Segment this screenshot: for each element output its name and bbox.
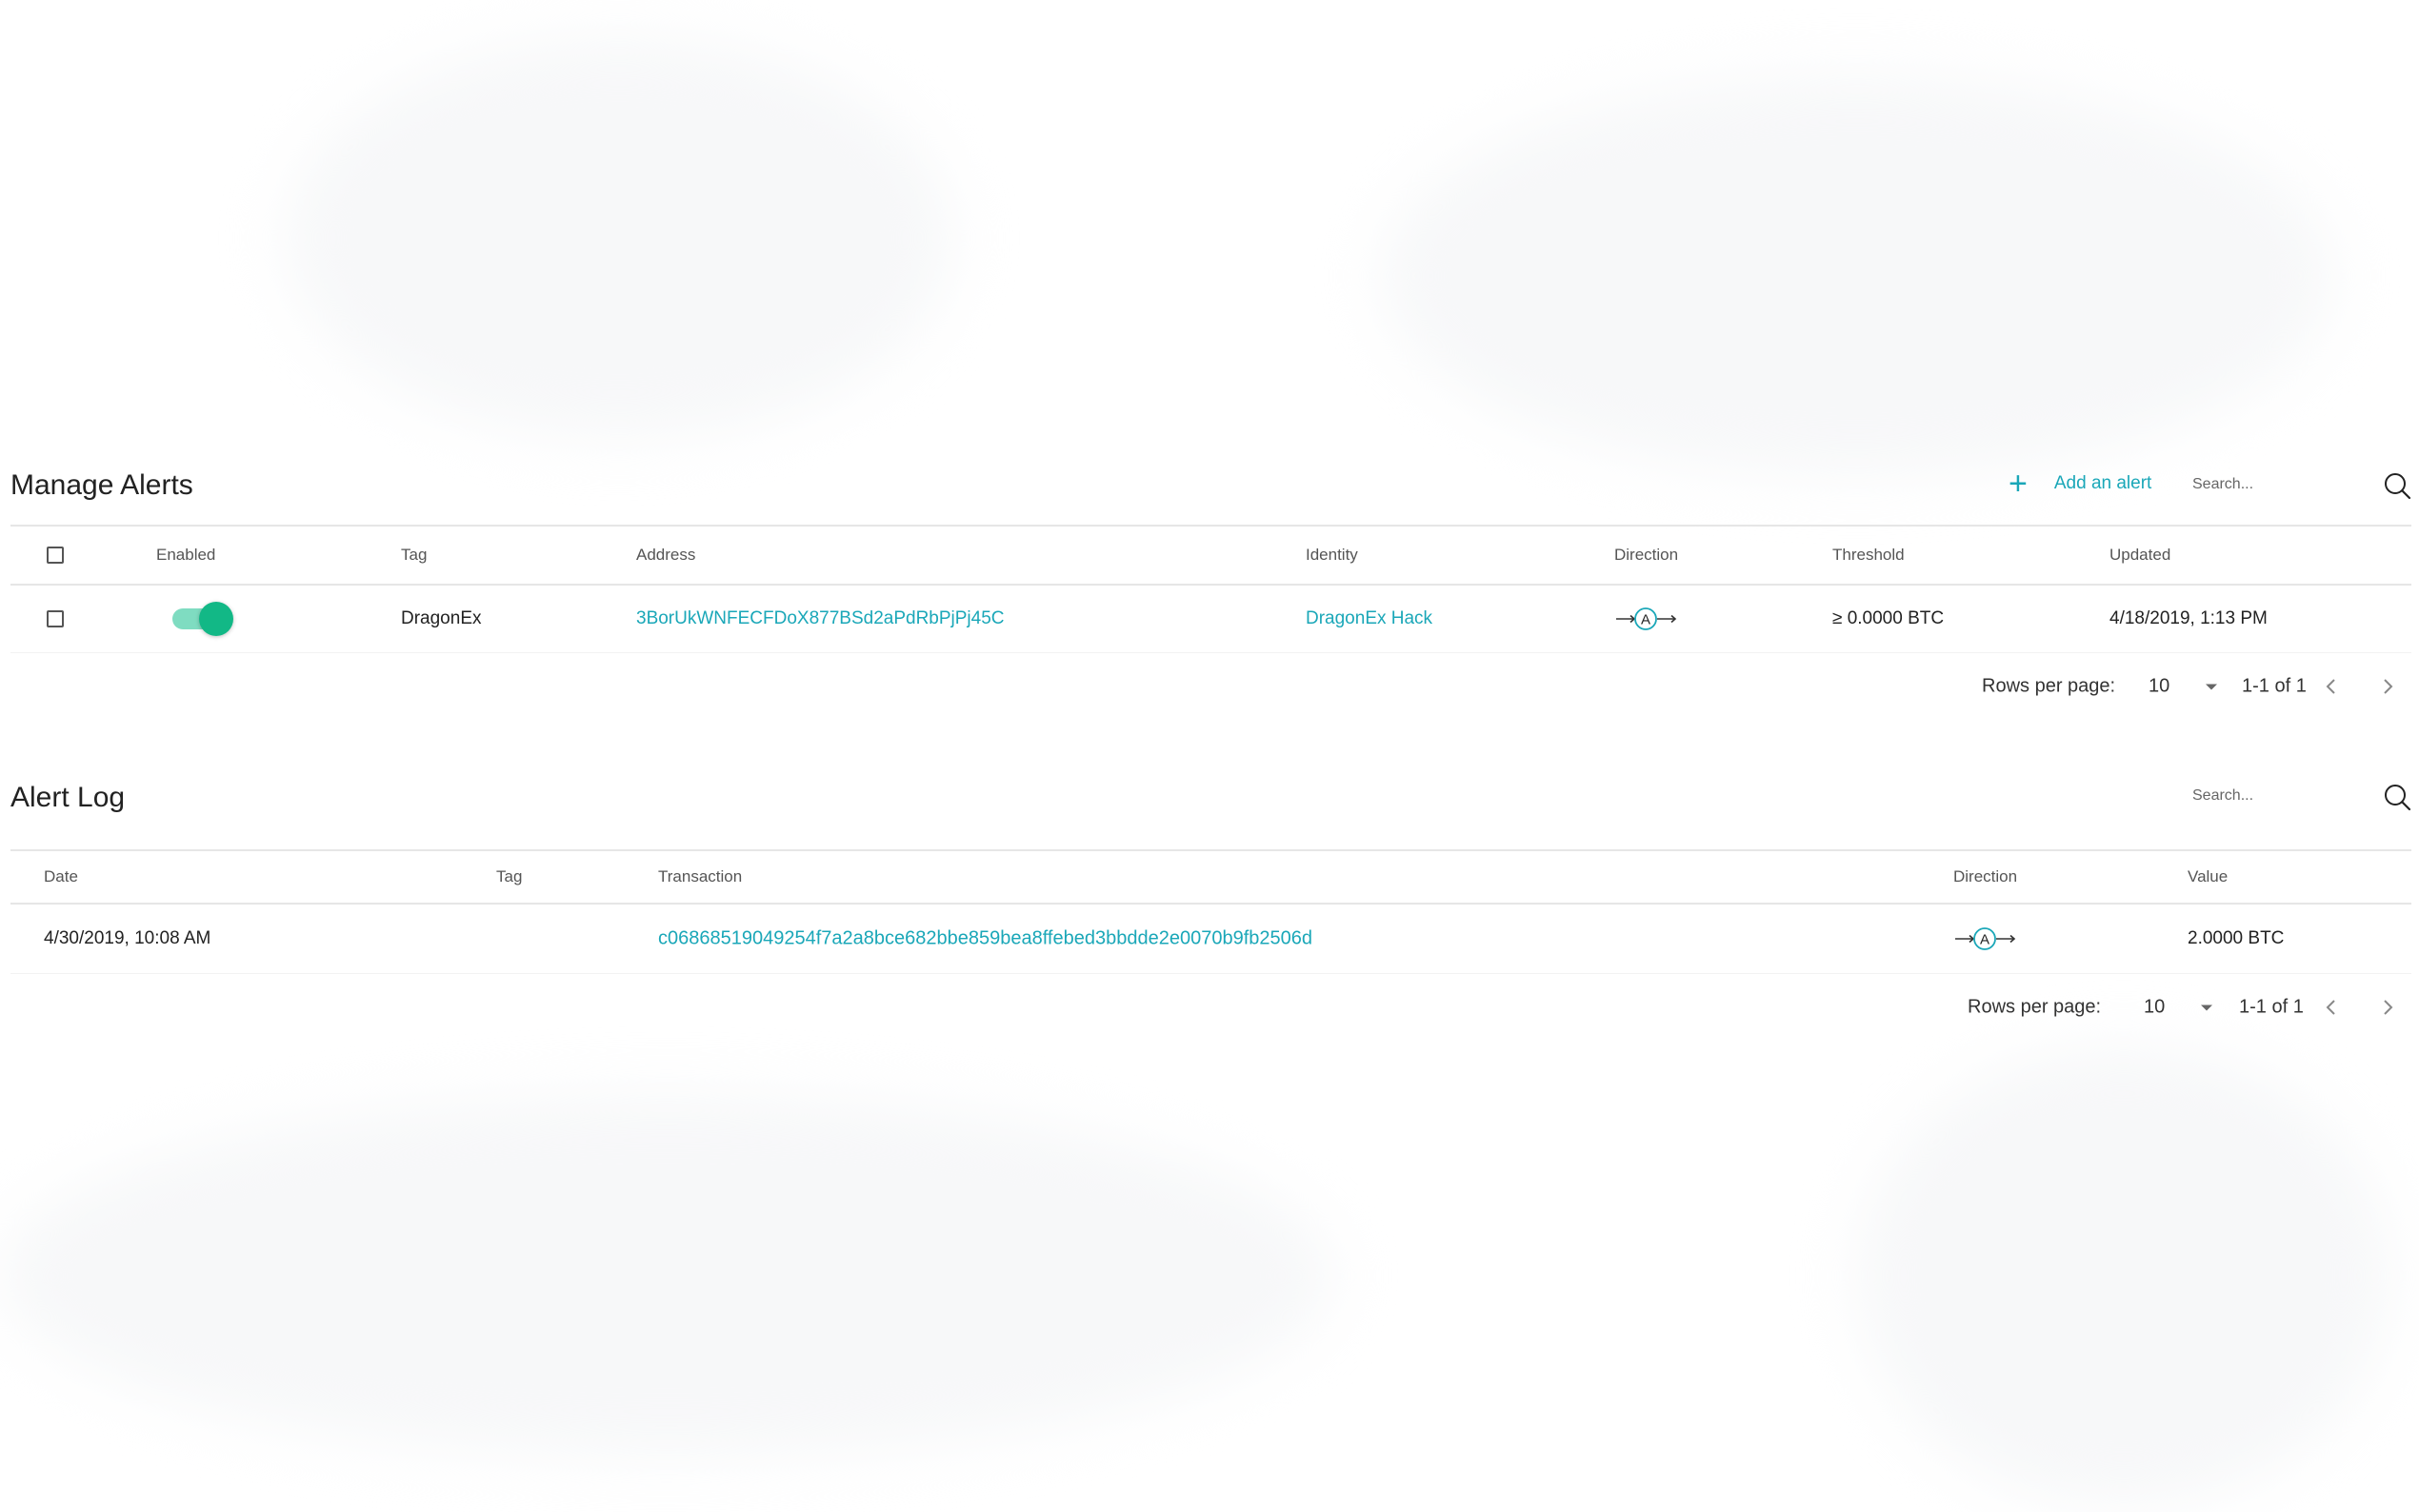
chevron-left-icon[interactable] <box>2321 997 2342 1018</box>
alert-updated: 4/18/2019, 1:13 PM <box>2109 608 2268 628</box>
alert-tag: DragonEx <box>401 608 482 628</box>
rows-per-page-label: Rows per page: <box>1968 996 2102 1018</box>
column-header-direction[interactable]: Direction <box>1614 546 1678 565</box>
alert-log-search-input[interactable] <box>2192 779 2364 813</box>
alert-log-table-header: Date Tag Transaction Direction Value <box>10 849 2411 905</box>
direction-icon: A <box>1616 607 1677 630</box>
add-alert-label: Add an alert <box>2053 473 2152 493</box>
column-header-address[interactable]: Address <box>636 546 695 565</box>
svg-text:A: A <box>1641 612 1650 628</box>
table-row[interactable]: DragonEx 3BorUkWNFECFDoX877BSd2aPdRbPjPj… <box>10 586 2411 653</box>
manage-alerts-pagination: Rows per page: 10 1-1 of 1 <box>10 653 2411 720</box>
table-row[interactable]: 4/30/2019, 10:08 AM c06868519049254f7a2a… <box>10 905 2411 974</box>
column-header-enabled[interactable]: Enabled <box>156 546 215 565</box>
rows-per-page-value: 10 <box>2149 675 2170 697</box>
manage-alerts-title: Manage Alerts <box>10 469 193 501</box>
address-link[interactable]: 3BorUkWNFECFDoX877BSd2aPdRbPjPj45C <box>636 608 1005 629</box>
direction-icon: A <box>1955 927 2016 950</box>
search-icon[interactable] <box>2383 783 2411 811</box>
rows-per-page-select[interactable]: 10 <box>2144 996 2213 1019</box>
alert-threshold: ≥ 0.0000 BTC <box>1832 608 1945 628</box>
manage-alerts-section: Manage Alerts + Add an alert Enabled Tag… <box>10 448 2411 720</box>
row-checkbox[interactable] <box>47 610 64 627</box>
column-header-threshold[interactable]: Threshold <box>1832 546 1905 565</box>
chevron-down-icon <box>2201 1005 2213 1010</box>
enabled-toggle[interactable] <box>170 602 233 636</box>
background-shape <box>1857 1047 2390 1504</box>
plus-icon: + <box>2009 466 2028 502</box>
pagination-range: 1-1 of 1 <box>2239 996 2304 1018</box>
rows-per-page-label: Rows per page: <box>1982 675 2116 697</box>
background-shape <box>0 1095 1333 1457</box>
add-alert-button[interactable]: + Add an alert <box>2009 468 2151 500</box>
column-header-direction[interactable]: Direction <box>1953 867 2017 886</box>
alert-log-title: Alert Log <box>10 782 126 813</box>
manage-alerts-table-header: Enabled Tag Address Identity Direction T… <box>10 525 2411 586</box>
manage-alerts-search-input[interactable] <box>2192 468 2364 502</box>
alert-log-pagination: Rows per page: 10 1-1 of 1 <box>10 974 2411 1041</box>
rows-per-page-select[interactable]: 10 <box>2149 675 2218 698</box>
log-date: 4/30/2019, 10:08 AM <box>44 928 211 948</box>
alert-log-header: Alert Log <box>10 762 2411 849</box>
log-value: 2.0000 BTC <box>2188 928 2285 948</box>
toggle-thumb <box>199 602 233 636</box>
column-header-tag[interactable]: Tag <box>401 546 427 565</box>
column-header-identity[interactable]: Identity <box>1306 546 1358 565</box>
manage-alerts-search <box>2192 468 2411 506</box>
svg-text:A: A <box>1980 932 1989 948</box>
column-header-tag[interactable]: Tag <box>496 867 522 886</box>
column-header-date[interactable]: Date <box>44 867 78 886</box>
transaction-link[interactable]: c06868519049254f7a2a8bce682bbe859bea8ffe… <box>658 928 1312 950</box>
select-all-checkbox[interactable] <box>47 547 64 564</box>
column-header-updated[interactable]: Updated <box>2109 546 2170 565</box>
rows-per-page-value: 10 <box>2144 996 2166 1018</box>
column-header-transaction[interactable]: Transaction <box>658 867 742 886</box>
column-header-value[interactable]: Value <box>2188 867 2228 886</box>
chevron-left-icon[interactable] <box>2321 676 2342 697</box>
search-icon[interactable] <box>2383 471 2411 500</box>
pagination-range: 1-1 of 1 <box>2242 675 2307 697</box>
chevron-right-icon[interactable] <box>2377 676 2398 697</box>
background-shape <box>286 38 952 438</box>
chevron-down-icon <box>2206 684 2218 689</box>
background-shape <box>1381 76 2333 476</box>
manage-alerts-header: Manage Alerts + Add an alert <box>10 448 2411 525</box>
chevron-right-icon[interactable] <box>2377 997 2398 1018</box>
alert-log-search <box>2192 779 2411 817</box>
identity-link[interactable]: DragonEx Hack <box>1306 608 1432 629</box>
alert-log-section: Alert Log Date Tag Transaction Direction… <box>10 762 2411 1041</box>
